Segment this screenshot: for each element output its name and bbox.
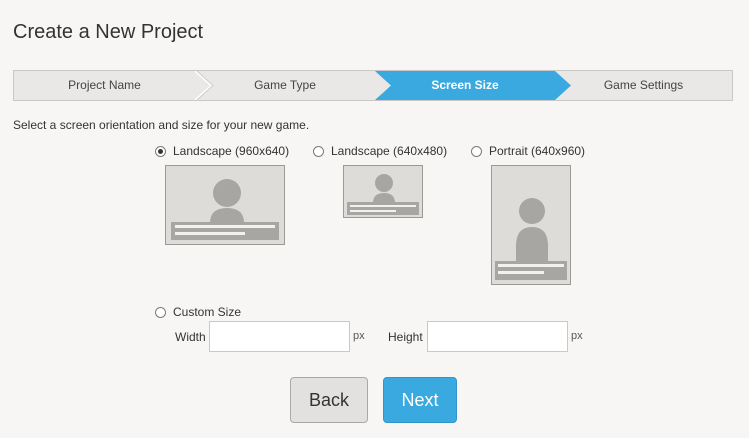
width-label: Width	[175, 330, 206, 344]
person-preview-icon	[495, 198, 567, 280]
option-landscape-640[interactable]: Landscape (640x480)	[313, 144, 447, 158]
radio-icon[interactable]	[155, 145, 166, 157]
preview-landscape-640[interactable]	[343, 165, 423, 218]
person-preview-icon	[347, 174, 419, 215]
preview-portrait-640[interactable]	[491, 165, 571, 285]
height-label: Height	[388, 330, 423, 344]
width-input[interactable]	[209, 321, 350, 352]
instruction-text: Select a screen orientation and size for…	[13, 118, 310, 132]
height-unit: px	[571, 330, 583, 342]
option-portrait-640[interactable]: Portrait (640x960)	[471, 144, 585, 158]
back-button[interactable]: Back	[290, 377, 368, 423]
option-label: Landscape (640x480)	[331, 144, 448, 158]
radio-icon[interactable]	[471, 145, 482, 157]
person-preview-icon	[171, 179, 279, 240]
step-game-settings: Game Settings	[603, 78, 684, 92]
wizard-steps: Project Name Game Type Screen Size Game …	[13, 70, 733, 101]
option-label: Custom Size	[173, 305, 242, 319]
option-custom-size[interactable]: Custom Size	[155, 305, 241, 319]
height-input[interactable]	[427, 321, 568, 352]
step-game-type: Game Type	[254, 78, 316, 92]
option-landscape-960[interactable]: Landscape (960x640)	[155, 144, 289, 158]
page-title: Create a New Project	[13, 21, 204, 43]
width-unit: px	[353, 330, 365, 342]
radio-icon[interactable]	[155, 306, 166, 318]
step-project-name: Project Name	[68, 78, 141, 92]
preview-landscape-960[interactable]	[165, 165, 285, 245]
step-screen-size: Screen Size	[431, 78, 499, 92]
radio-icon[interactable]	[313, 145, 324, 157]
option-label: Landscape (960x640)	[173, 144, 290, 158]
option-label: Portrait (640x960)	[489, 144, 586, 158]
next-button[interactable]: Next	[383, 377, 457, 423]
